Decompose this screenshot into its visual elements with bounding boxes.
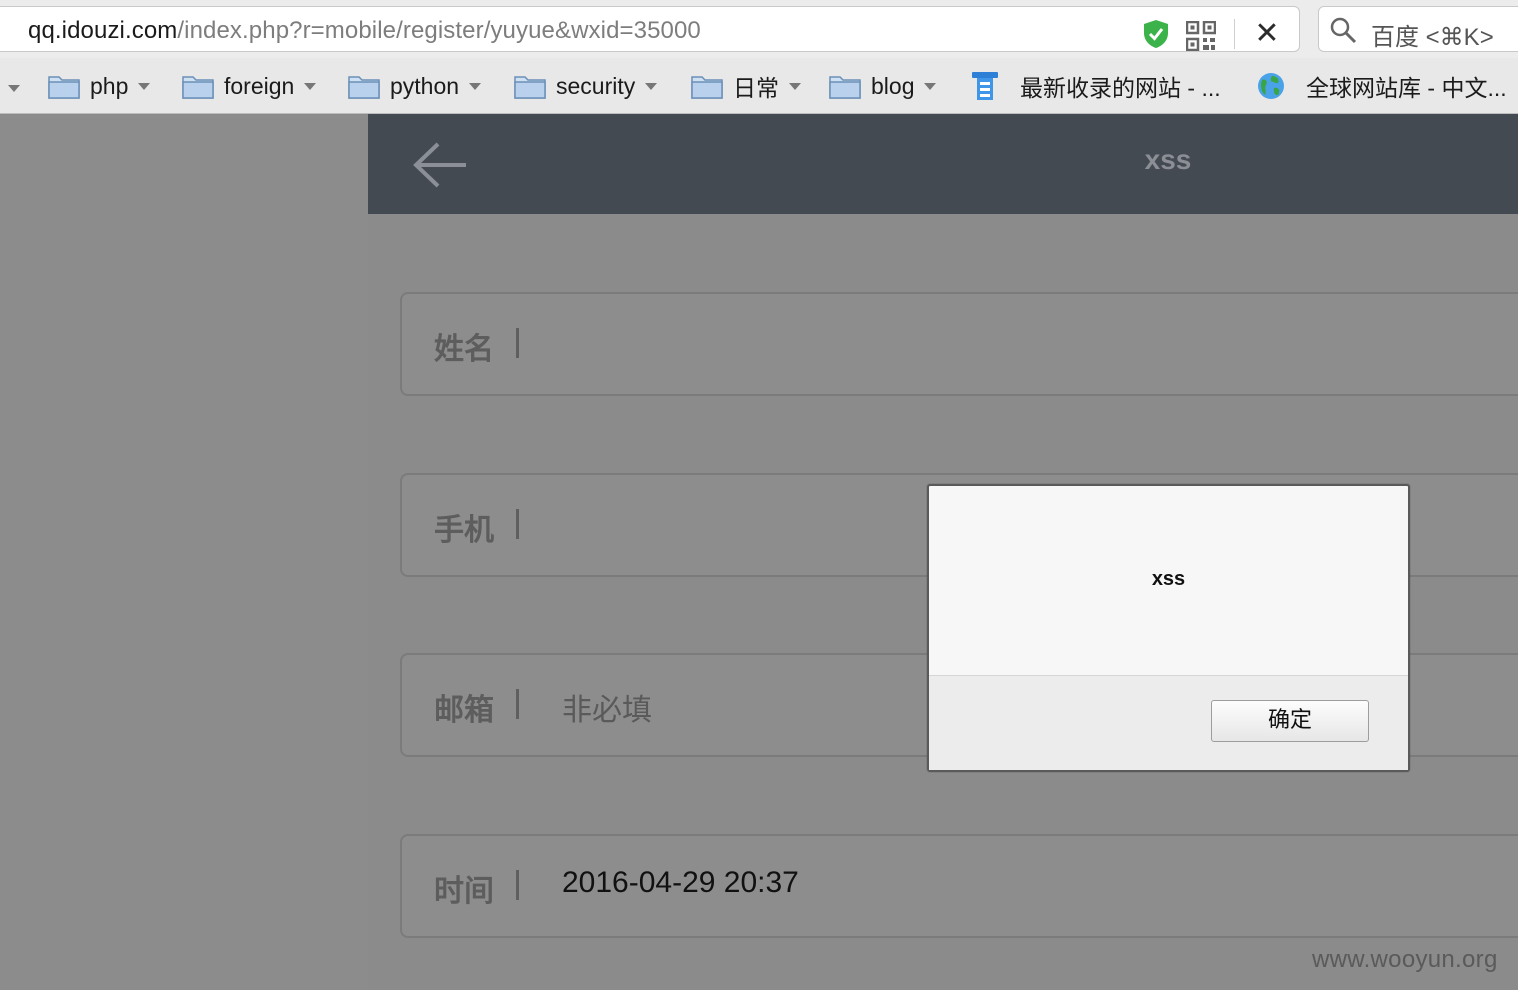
chevron-down-icon [789,82,801,90]
bookmark-label: 最新收录的网站 - ... [1020,75,1221,101]
chevron-down-icon [645,82,658,90]
folder-icon [514,76,546,99]
back-arrow-icon[interactable] [412,140,468,190]
page-title: xss [1144,144,1192,175]
field-separator [516,689,519,719]
site-favicon-icon [972,72,998,100]
globe-icon [1258,73,1284,99]
search-box[interactable]: 百度 <⌘K> [1318,6,1518,52]
bookmark-label: 全球网站库 - 中文... [1306,75,1507,101]
bookmark-folder-daily[interactable]: 日常 [691,68,801,104]
time-input[interactable]: 2016-04-29 20:37 [562,866,799,900]
field-label: 时间 [434,875,494,908]
bookmark-label: foreign [224,72,295,99]
bookmark-folder-python[interactable]: python [348,68,482,104]
watermark: www.wooyun.org [1312,946,1498,973]
search-icon [1330,17,1357,44]
field-label: 姓名 [434,333,494,366]
url-path: /index.php?r=mobile/register/yuyue&wxid=… [177,17,701,44]
folder-icon [48,76,80,99]
bookmark-label: 日常 [733,75,779,101]
url-host: qq.idouzi.com [28,17,178,44]
bookmark-label: php [90,72,129,99]
name-field[interactable]: 姓名 [400,292,1518,396]
page-left-margin [0,115,368,990]
field-label: 手机 [434,514,494,547]
shield-icon[interactable] [1142,19,1170,49]
folder-icon [182,76,214,99]
field-label: 邮箱 [434,694,494,727]
folder-icon [348,76,380,99]
bookmark-label: security [556,72,636,99]
bookmark-site-latest[interactable]: 最新收录的网站 - ... [970,68,1221,104]
address-divider [1234,19,1235,49]
bookmark-folder-security[interactable]: security [514,68,658,104]
url-text[interactable]: qq.idouzi.com/index.php?r=mobile/registe… [28,17,701,45]
bookmark-site-global[interactable]: 全球网站库 - 中文... [1256,68,1507,104]
field-separator [516,328,519,358]
bookmark-label: python [390,72,460,99]
browser-toolbar: ) qq.idouzi.com/index.php?r=mobile/regis… [0,0,1518,58]
bookmark-folder-foreign[interactable]: foreign [182,68,317,104]
field-separator [516,870,519,900]
qr-code-icon[interactable] [1186,21,1216,51]
chevron-down-icon [924,82,937,90]
field-separator [516,509,519,539]
alert-dialog: xss 确定 [927,484,1410,772]
alert-footer: 确定 [929,675,1408,770]
bookmark-folder-php[interactable]: php [48,68,151,104]
bookmarks-overflow-caret-icon[interactable] [8,85,20,92]
alert-message: xss [1151,568,1186,590]
search-placeholder: 百度 <⌘K> [1371,24,1494,51]
folder-icon [829,76,861,99]
page-info-icon[interactable]: ) [0,21,6,39]
stop-icon[interactable]: ✕ [1254,16,1280,52]
chevron-down-icon [304,82,317,90]
bookmark-label: blog [871,72,915,99]
chevron-down-icon [469,82,482,90]
ok-button[interactable]: 确定 [1211,700,1369,742]
chevron-down-icon [138,82,151,90]
email-input-placeholder[interactable]: 非必填 [562,685,652,729]
address-bar[interactable]: ) qq.idouzi.com/index.php?r=mobile/regis… [0,6,1300,52]
bookmark-folder-blog[interactable]: blog [829,68,937,104]
time-field[interactable]: 时间 2016-04-29 20:37 [400,834,1518,938]
app-header: xss [368,114,1518,214]
bookmarks-bar: php foreign python security 日常 blog 最新收录… [0,58,1518,114]
folder-icon [691,76,723,99]
